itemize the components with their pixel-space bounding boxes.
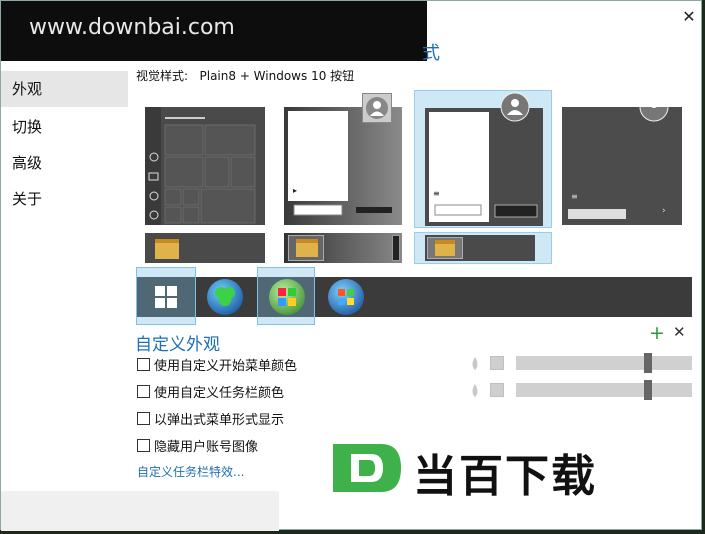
folder-icon	[435, 240, 455, 256]
two-column-menu-preview-icon: ≡ ›	[562, 92, 682, 225]
opacity-drop-icon	[472, 384, 478, 397]
sidebar-item-about[interactable]: 关于	[1, 181, 128, 217]
win7-menu-preview-icon: ≡	[425, 92, 543, 226]
start-button-windows10-selected[interactable]	[136, 267, 196, 325]
folder-icon	[155, 239, 179, 259]
windows-logo-icon	[155, 286, 177, 308]
shell-logo-icon	[215, 287, 235, 306]
svg-text:≡: ≡	[433, 189, 440, 198]
option-custom-taskbar-color[interactable]: 使用自定义任务栏颜色	[137, 382, 284, 401]
slider-thumb[interactable]	[644, 353, 652, 373]
svg-text:▸: ▸	[293, 186, 297, 195]
sidebar-footer	[1, 491, 279, 531]
vista-logo-icon	[338, 289, 354, 305]
customize-taskbar-effects-link[interactable]: 自定义任务栏特效...	[137, 463, 244, 480]
sidebar-item-advanced[interactable]: 高级	[1, 145, 128, 181]
start-style-windows10-thumb[interactable]	[145, 107, 265, 225]
slider-thumb[interactable]	[644, 380, 652, 400]
visual-style-value: Plain8 + Windows 10 按钮	[199, 69, 355, 83]
option-popup-menu[interactable]: 以弹出式菜单形式显示	[137, 409, 284, 428]
add-icon[interactable]: +	[649, 322, 665, 344]
taskbar-style-3-selected[interactable]	[414, 232, 552, 264]
start-style-classic-thumb[interactable]: ▸	[284, 93, 402, 225]
user-avatar-icon	[362, 93, 392, 123]
taskbar-color-swatch[interactable]	[490, 383, 504, 397]
windows10-menu-preview-icon	[145, 107, 265, 225]
start-color-swatch[interactable]	[490, 356, 504, 370]
opacity-drop-icon	[472, 357, 478, 370]
brand-text: 当百下载	[413, 451, 597, 502]
start-style-win7-thumb-selected[interactable]: ≡	[414, 90, 552, 228]
sidebar-item-appearance[interactable]: 外观	[1, 71, 128, 107]
windows7-logo-icon	[278, 288, 296, 306]
close-icon[interactable]: ✕	[679, 7, 699, 27]
start-button-win7-selected[interactable]	[257, 267, 315, 325]
taskbar-style-2[interactable]	[284, 233, 402, 263]
checkbox[interactable]	[137, 384, 150, 398]
start-button-vista-orb[interactable]	[328, 279, 364, 315]
watermark-text: www.downbai.com	[29, 15, 235, 40]
watermark-banner: www.downbai.com	[1, 1, 427, 61]
custom-appearance-title: 自定义外观	[135, 335, 220, 355]
checkbox[interactable]	[137, 411, 150, 425]
checkbox[interactable]	[137, 357, 150, 371]
taskbar-opacity-slider[interactable]	[516, 380, 692, 400]
start-style-two-column-thumb[interactable]: ≡ ›	[562, 92, 682, 225]
folder-icon	[296, 239, 318, 257]
brand-logo-icon	[333, 444, 401, 492]
remove-icon[interactable]: ✕	[673, 323, 686, 341]
option-custom-start-color[interactable]: 使用自定义开始菜单颜色	[137, 355, 297, 374]
option-hide-user-avatar[interactable]: 隐藏用户账号图像	[137, 436, 258, 455]
checkbox[interactable]	[137, 438, 150, 452]
svg-text:›: ›	[662, 206, 666, 216]
sidebar: 外观 切换 高级 关于	[1, 61, 128, 491]
svg-text:≡: ≡	[571, 192, 578, 201]
start-opacity-slider[interactable]	[516, 353, 692, 373]
classic-menu-preview-icon: ▸	[284, 107, 402, 225]
taskbar-style-1[interactable]	[145, 233, 265, 263]
sidebar-item-switch[interactable]: 切换	[1, 109, 128, 145]
brand-watermark: 当百下载	[327, 438, 657, 502]
visual-style-label: 视觉样式: Plain8 + Windows 10 按钮	[136, 69, 355, 83]
classic-shell-settings-window: ✕ www.downbai.com 式 外观 切换 高级 关于 视觉样式: Pl…	[0, 0, 702, 531]
start-button-shell-orb[interactable]	[207, 279, 243, 315]
page-title-fragment: 式	[422, 43, 440, 64]
